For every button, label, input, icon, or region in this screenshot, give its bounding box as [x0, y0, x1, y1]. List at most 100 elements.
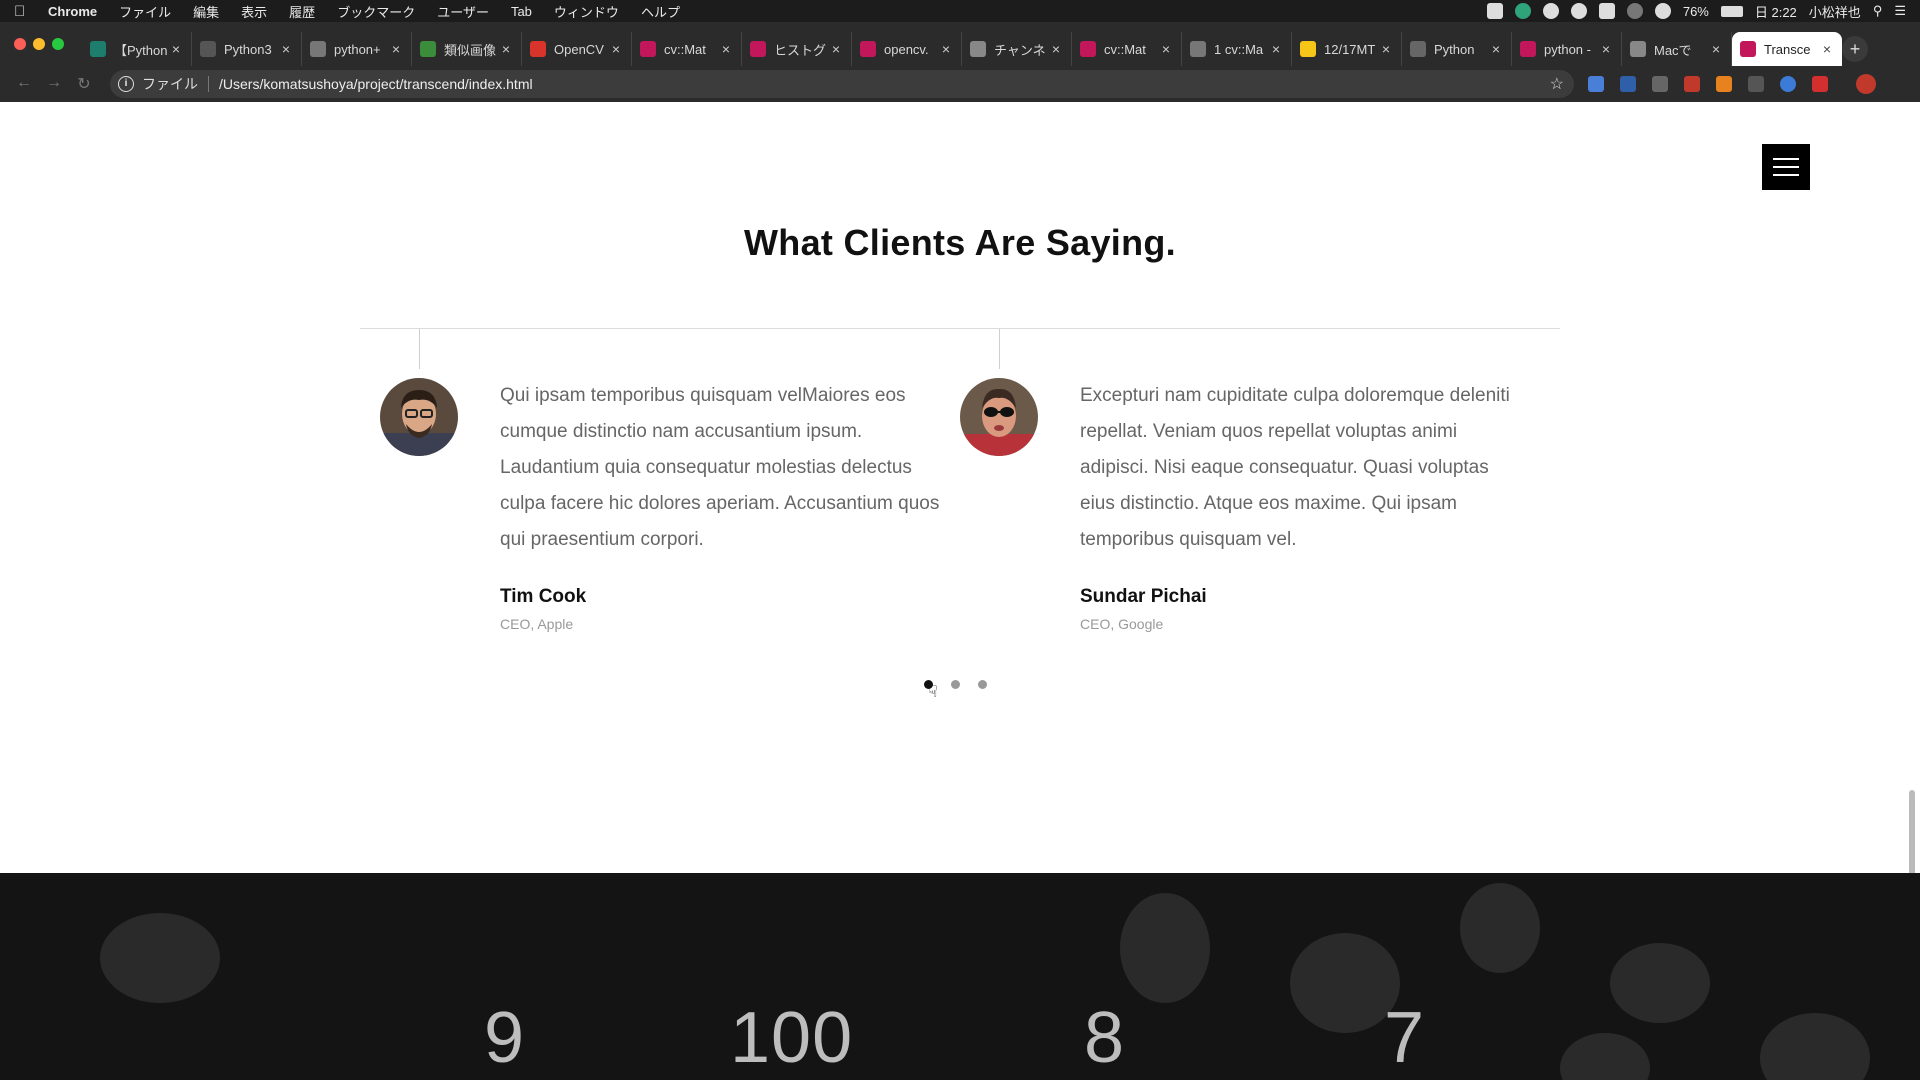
- tab-title: Transce: [1764, 41, 1811, 57]
- tab-favicon-icon: [1740, 41, 1756, 57]
- menu-view[interactable]: 表示: [241, 2, 267, 21]
- tab-close-icon[interactable]: ×: [1709, 41, 1723, 57]
- close-window-button[interactable]: [14, 38, 26, 50]
- translate-extension-icon[interactable]: [1588, 76, 1604, 92]
- browser-tab[interactable]: python - ×: [1512, 32, 1622, 66]
- tab-close-icon[interactable]: ×: [1269, 41, 1283, 57]
- browser-tab[interactable]: python+ ×: [302, 32, 412, 66]
- cast-extension-icon[interactable]: [1652, 76, 1668, 92]
- menu-bookmarks[interactable]: ブックマーク: [337, 2, 415, 21]
- battery-icon[interactable]: [1720, 5, 1743, 17]
- tab-favicon-icon: [1300, 41, 1316, 57]
- metamask-extension-icon[interactable]: [1716, 76, 1732, 92]
- stat-number: 100: [730, 998, 854, 1078]
- bluetooth-icon[interactable]: [1626, 3, 1643, 19]
- browser-tab[interactable]: ヒストグ ×: [742, 32, 852, 66]
- spotlight-icon[interactable]: ⚲: [1873, 3, 1883, 19]
- menu-people[interactable]: ユーザー: [437, 2, 489, 21]
- profile-avatar[interactable]: [1856, 74, 1876, 94]
- tab-close-icon[interactable]: ×: [499, 41, 513, 57]
- wifi-icon[interactable]: [1654, 3, 1671, 19]
- clock[interactable]: 日 2:22: [1755, 2, 1797, 21]
- address-bar[interactable]: i ファイル /Users/komatsushoya/project/trans…: [110, 70, 1574, 98]
- zoom-window-button[interactable]: [52, 38, 64, 50]
- tab-close-icon[interactable]: ×: [1820, 41, 1834, 57]
- apple-icon[interactable]: : [14, 3, 34, 20]
- hamburger-menu-button[interactable]: [1762, 144, 1810, 190]
- browser-tab[interactable]: cv::Mat ×: [1072, 32, 1182, 66]
- record-icon[interactable]: [1486, 3, 1503, 19]
- tab-title: チャンネ: [994, 42, 1046, 58]
- tab-close-icon[interactable]: ×: [829, 41, 843, 57]
- tab-close-icon[interactable]: ×: [939, 41, 953, 57]
- browser-tab[interactable]: 類似画像 ×: [412, 32, 522, 66]
- info-icon[interactable]: i: [118, 76, 134, 92]
- tab-close-icon[interactable]: ×: [1379, 41, 1393, 57]
- tab-close-icon[interactable]: ×: [279, 41, 293, 57]
- tab-close-icon[interactable]: ×: [389, 41, 403, 57]
- battery-percent: 76%: [1682, 3, 1709, 19]
- menu-window[interactable]: ウィンドウ: [554, 2, 619, 21]
- youtube-extension-icon[interactable]: [1812, 76, 1828, 92]
- tab-close-icon[interactable]: ×: [169, 41, 183, 57]
- tab-title: cv::Mat: [664, 41, 706, 57]
- new-tab-button[interactable]: +: [1842, 36, 1868, 62]
- tab-favicon-icon: [970, 41, 986, 57]
- tab-title: 【Python: [114, 42, 168, 58]
- tab-close-icon[interactable]: ×: [719, 41, 733, 57]
- tab-title: Macで: [1654, 42, 1692, 58]
- tab-close-icon[interactable]: ×: [609, 41, 623, 57]
- browser-tab[interactable]: 12/17MT ×: [1292, 32, 1402, 66]
- testimonial-quote: Qui ipsam temporibus quisquam velMaiores…: [500, 385, 940, 550]
- chrome-status-icon[interactable]: [1542, 3, 1559, 19]
- menu-help[interactable]: ヘルプ: [641, 2, 680, 21]
- reload-icon[interactable]: ↻: [74, 74, 94, 94]
- notification-center-icon[interactable]: ☰: [1894, 3, 1906, 19]
- tab-title: 12/17MT: [1324, 41, 1376, 57]
- browser-tab[interactable]: Macで ×: [1622, 32, 1732, 66]
- menu-tab[interactable]: Tab: [511, 4, 532, 19]
- macos-menu-bar:  Chrome ファイル 編集 表示 履歴 ブックマーク ユーザー Tab ウ…: [0, 0, 1920, 22]
- browser-tab[interactable]: 【Python ×: [82, 32, 192, 66]
- back-icon[interactable]: ←: [14, 74, 34, 92]
- browser-tab[interactable]: Python ×: [1402, 32, 1512, 66]
- man-glasses-portrait-icon: [380, 378, 458, 456]
- browser-tab[interactable]: チャンネ ×: [962, 32, 1072, 66]
- dictionary-extension-icon[interactable]: [1620, 76, 1636, 92]
- selenium-extension-icon[interactable]: [1748, 76, 1764, 92]
- section-title: What Clients Are Saying.: [744, 222, 1176, 263]
- cloud-icon[interactable]: [1570, 3, 1587, 19]
- slider-dot[interactable]: [951, 680, 960, 689]
- tab-favicon-icon: [200, 41, 216, 57]
- menu-history[interactable]: 履歴: [289, 2, 315, 21]
- tab-close-icon[interactable]: ×: [1489, 41, 1503, 57]
- browser-tab[interactable]: cv::Mat ×: [632, 32, 742, 66]
- browser-tab[interactable]: opencv. ×: [852, 32, 962, 66]
- slider-dot[interactable]: [978, 680, 987, 689]
- minimize-window-button[interactable]: [33, 38, 45, 50]
- tab-title: Python3: [224, 41, 272, 57]
- bookmark-star-icon[interactable]: ☆: [1550, 74, 1564, 94]
- menu-file[interactable]: ファイル: [119, 2, 171, 21]
- input-method-icon[interactable]: [1598, 3, 1615, 19]
- stat-number: 8: [1084, 998, 1126, 1078]
- tab-close-icon[interactable]: ×: [1159, 41, 1173, 57]
- menu-edit[interactable]: 編集: [193, 2, 219, 21]
- forward-icon[interactable]: →: [44, 74, 64, 92]
- tab-close-icon[interactable]: ×: [1599, 41, 1613, 57]
- vpn-extension-icon[interactable]: [1780, 76, 1796, 92]
- browser-tab[interactable]: OpenCV ×: [522, 32, 632, 66]
- tab-title: opencv.: [884, 41, 929, 57]
- tab-favicon-icon: [860, 41, 876, 57]
- user-name[interactable]: 小松祥也: [1809, 2, 1861, 21]
- browser-tab[interactable]: 1 cv::Ma ×: [1182, 32, 1292, 66]
- tab-close-icon[interactable]: ×: [1049, 41, 1063, 57]
- browser-tab[interactable]: Transce ×: [1732, 32, 1842, 66]
- tab-favicon-icon: [1080, 41, 1096, 57]
- app-menu[interactable]: Chrome: [48, 4, 97, 19]
- qr-extension-icon[interactable]: [1684, 76, 1700, 92]
- stat-number: 9: [484, 998, 526, 1078]
- browser-tab[interactable]: Python3 ×: [192, 32, 302, 66]
- address-url[interactable]: /Users/komatsushoya/project/transcend/in…: [219, 76, 533, 92]
- grammarly-icon[interactable]: [1514, 3, 1531, 19]
